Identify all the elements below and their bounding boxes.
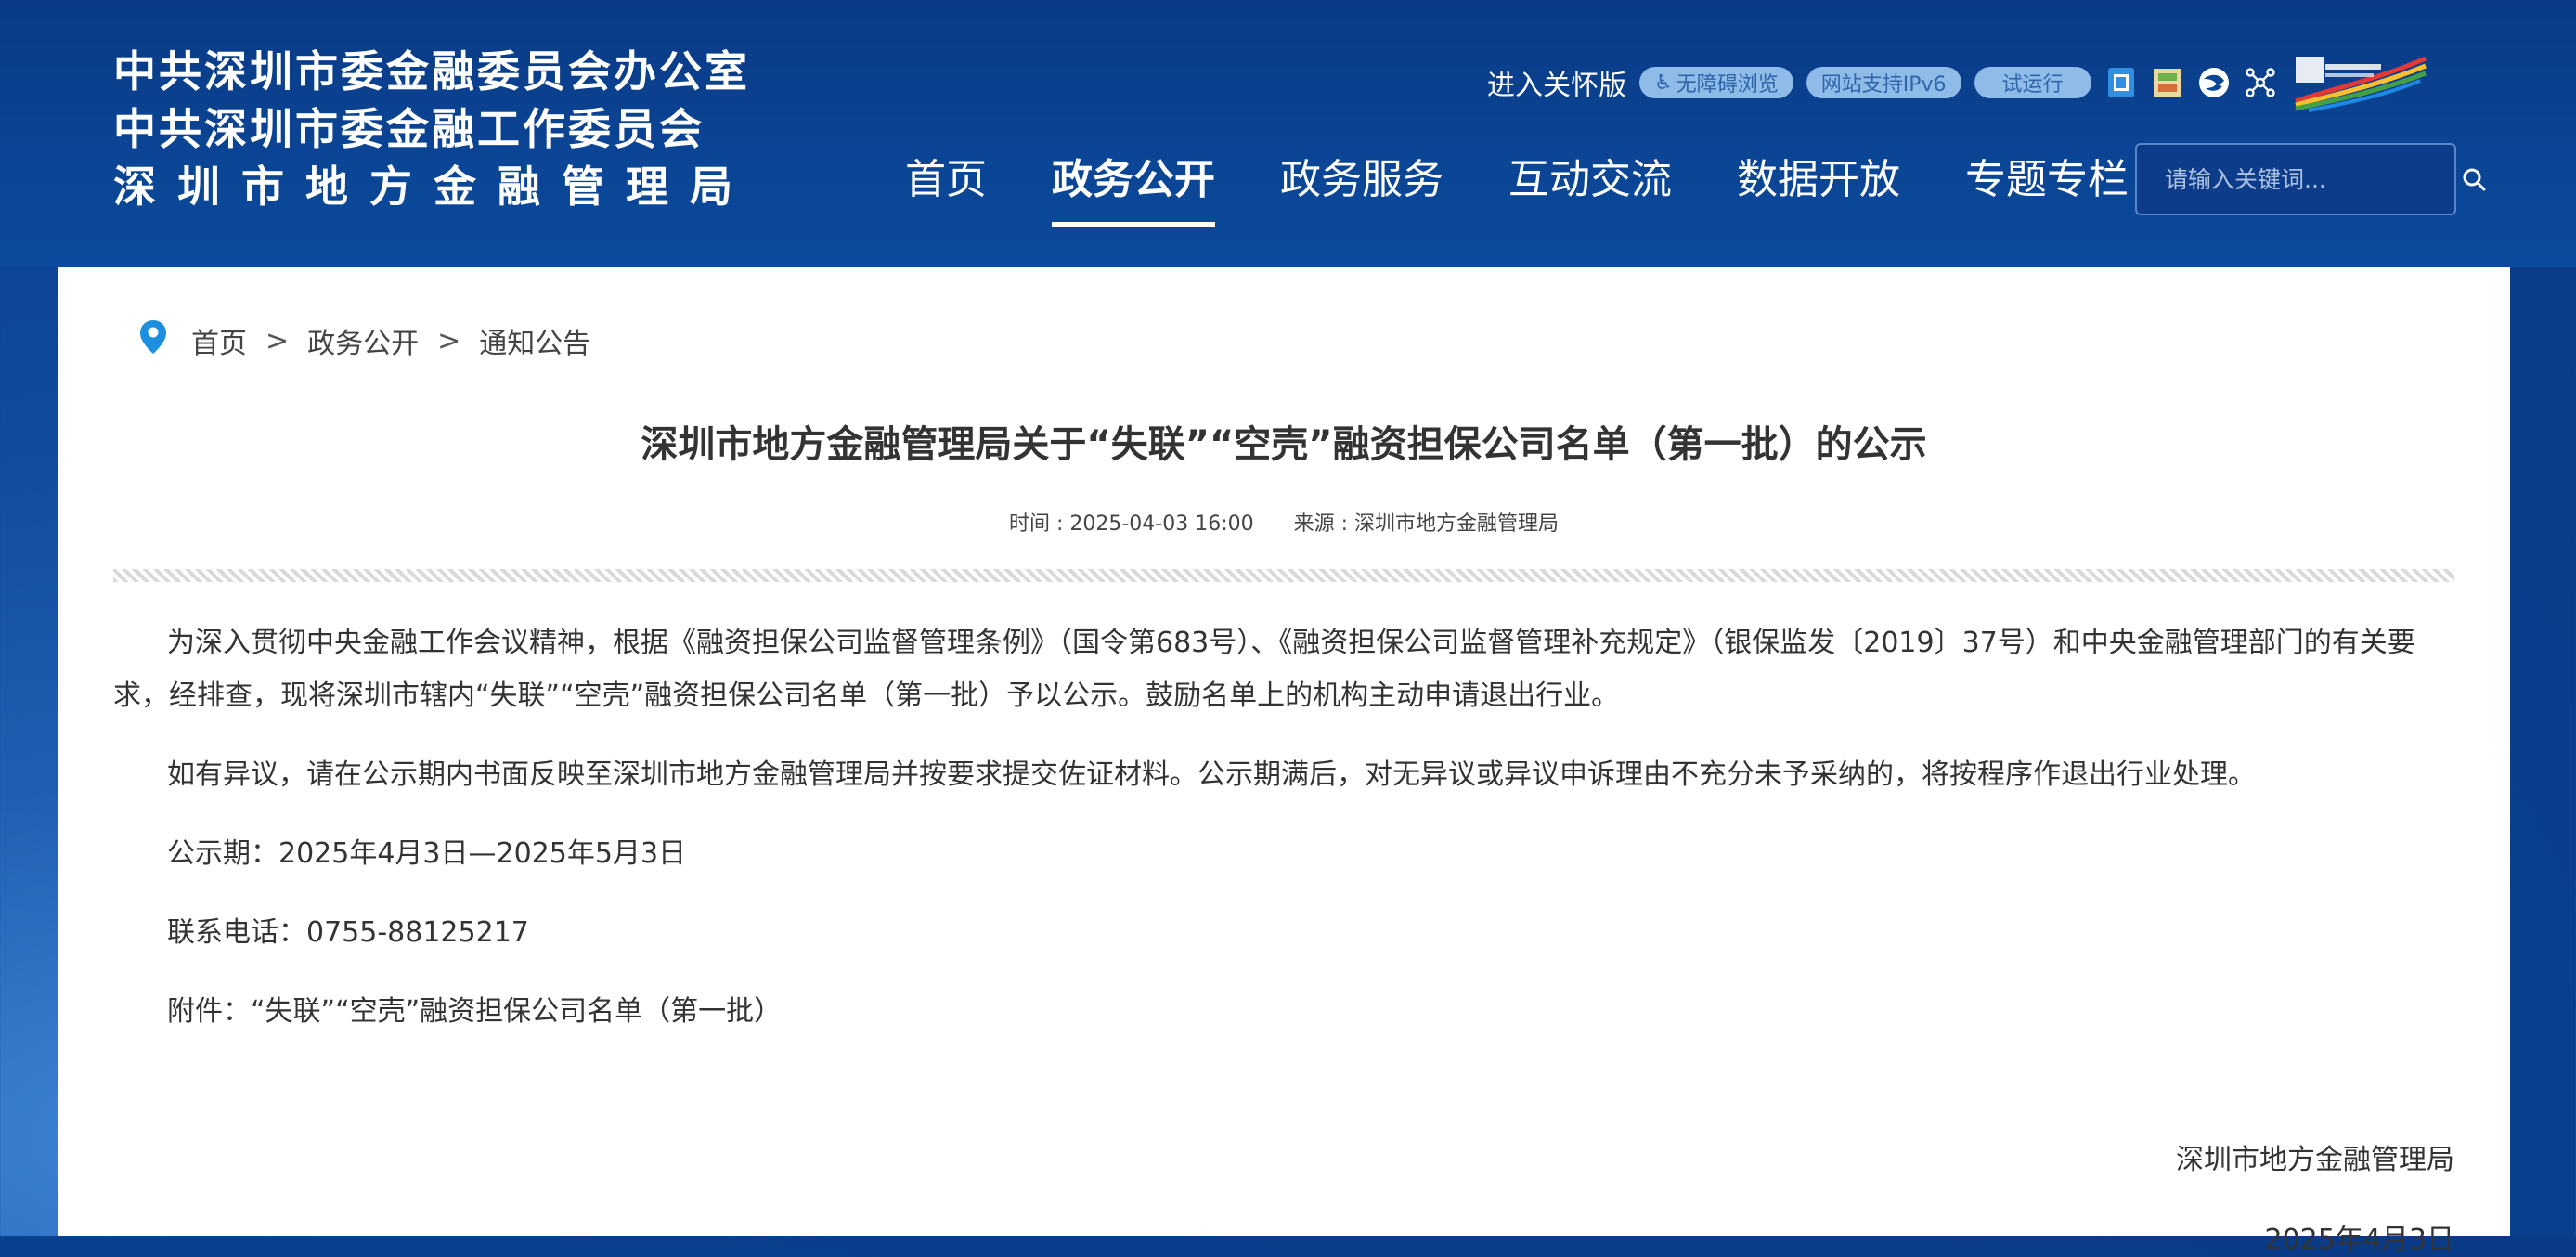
article-paragraph: 为深入贯彻中央金融工作会议精神，根据《融资担保公司监督管理条例》（国令第683号…: [113, 627, 2415, 712]
weibo-icon[interactable]: [2197, 66, 2231, 99]
nav-gov-affairs-public[interactable]: 政务公开: [1019, 139, 1248, 227]
search-input[interactable]: [2137, 164, 2461, 194]
wheelchair-icon: ♿: [1654, 71, 1673, 95]
security-badge-icon[interactable]: [2104, 66, 2138, 99]
accessible-browse-button[interactable]: ♿ 无障碍浏览: [1639, 67, 1793, 98]
org-name: 中共深圳市委金融委员会办公室 中共深圳市委金融工作委员会 深圳市地方金融管理局: [113, 43, 754, 215]
trial-run-badge[interactable]: 试运行: [1974, 67, 2091, 98]
signature-date: 2025年4月3日: [2264, 1224, 2454, 1256]
org-line-1: 中共深圳市委金融委员会办公室: [113, 46, 750, 97]
article-meta: 时间 : 2025-04-03 16:00 来源 : 深圳市地方金融管理局: [58, 507, 2510, 537]
nav-special-topics[interactable]: 专题专栏: [1933, 139, 2161, 227]
location-pin-icon: [139, 319, 167, 362]
article-body: 为深入贯彻中央金融工作会议精神，根据《融资担保公司监督管理条例》（国令第683号…: [113, 616, 2454, 1256]
search-box: [2135, 143, 2486, 215]
breadcrumb-separator: >: [265, 324, 290, 357]
contact-phone: 联系电话：0755-88125217: [167, 916, 529, 949]
breadcrumb-gov-affairs-public[interactable]: 政务公开: [307, 320, 419, 361]
attachment-link[interactable]: 附件：“失联”“空壳”融资担保公司名单（第一批）: [113, 985, 2454, 1038]
title-divider: [113, 569, 2454, 582]
signature: 深圳市地方金融管理局: [2176, 1144, 2454, 1176]
article-paragraph: 如有异议，请在公示期内书面反映至深圳市地方金融管理局并按要求提交佐证材料。公示期…: [167, 758, 2256, 791]
breadcrumb-separator: >: [437, 324, 461, 357]
network-icon[interactable]: [2244, 66, 2277, 99]
breadcrumb: 首页 > 政务公开 > 通知公告: [139, 319, 590, 362]
nav-interaction[interactable]: 互动交流: [1476, 139, 1704, 227]
site-header: 中共深圳市委金融委员会办公室 中共深圳市委金融工作委员会 深圳市地方金融管理局 …: [0, 0, 2576, 267]
breadcrumb-notices[interactable]: 通知公告: [479, 320, 590, 361]
nav-open-data[interactable]: 数据开放: [1704, 139, 1933, 227]
org-line-3: 深圳市地方金融管理局: [113, 162, 754, 212]
care-mode-link[interactable]: 进入关怀版: [1487, 62, 1626, 103]
article-source: 来源 : 深圳市地方金融管理局: [1293, 512, 1560, 536]
article-title: 深圳市地方金融管理局关于“失联”“空壳”融资担保公司名单（第一批）的公示: [641, 423, 1927, 466]
shenzhen-city-logo[interactable]: [2290, 53, 2429, 112]
publish-time: 时间 : 2025-04-03 16:00: [1008, 512, 1254, 536]
nav-gov-services[interactable]: 政务服务: [1248, 139, 1476, 227]
main-nav: 首页 政务公开 政务服务 互动交流 数据开放 专题专栏: [873, 139, 2161, 227]
breadcrumb-home[interactable]: 首页: [191, 320, 247, 361]
content-panel: 首页 > 政务公开 > 通知公告 深圳市地方金融管理局关于“失联”“空壳”融资担…: [58, 267, 2510, 1256]
mobile-site-icon[interactable]: [2151, 66, 2184, 99]
accessible-browse-label: 无障碍浏览: [1676, 73, 1779, 97]
publicity-period: 公示期：2025年4月3日—2025年5月3日: [167, 837, 687, 870]
nav-home[interactable]: 首页: [873, 139, 1019, 227]
org-line-2: 中共深圳市委金融工作委员会: [113, 104, 705, 154]
search-button[interactable]: [2461, 147, 2487, 212]
top-links: 进入关怀版 ♿ 无障碍浏览 网站支持IPv6 试运行: [1487, 56, 2429, 112]
ipv6-badge[interactable]: 网站支持IPv6: [1806, 67, 1961, 98]
search-icon: [2463, 168, 2486, 191]
